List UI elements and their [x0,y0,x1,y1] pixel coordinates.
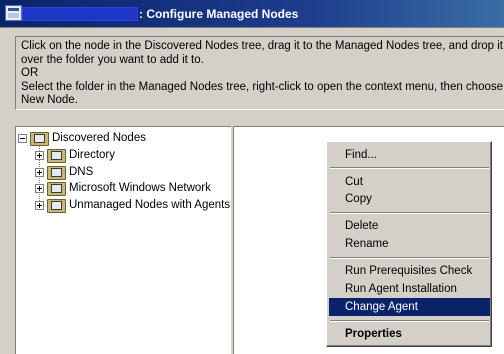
tree-item-microsoft-windows-network[interactable]: Microsoft Windows Network [35,180,211,196]
discovered-nodes-tree[interactable]: Discovered Nodes Directory DNS Microsoft… [15,126,231,354]
menu-item-rename[interactable]: Rename [329,235,490,253]
menu-separator [330,212,489,214]
menu-item-delete[interactable]: Delete [329,217,490,235]
node-folder-icon [47,198,66,213]
tree-item-label: DNS [69,166,94,178]
instructions-panel: Click on the node in the Discovered Node… [15,36,504,110]
menu-item-properties[interactable]: Properties [329,325,490,343]
tree-item-label: Unmanaged Nodes with Agents [69,199,231,211]
node-folder-icon [47,148,66,163]
menu-item-copy[interactable]: Copy [329,190,490,208]
expand-icon[interactable] [35,183,44,193]
menu-item-run-agent-installation[interactable]: Run Agent Installation [329,280,490,298]
node-folder-icon [30,131,49,146]
menu-item-find[interactable]: Find... [329,146,490,164]
tree-item-unmanaged-nodes-with-agents[interactable]: Unmanaged Nodes with Agents [35,197,230,213]
menu-separator [330,320,489,322]
collapse-icon[interactable] [18,133,27,143]
tree-item-label: Microsoft Windows Network [69,182,211,194]
tree-item-directory[interactable]: Directory [35,147,115,163]
context-menu: Find... Cut Copy Delete Rename Run Prere… [326,141,492,347]
instructions-line-1: Click on the node in the Discovered Node… [21,40,504,52]
menu-item-cut[interactable]: Cut [329,173,490,191]
menu-separator [330,167,489,169]
tree-item-label: Discovered Nodes [52,132,146,144]
window-icon [5,5,22,21]
instructions-line-2: over the folder you want to add it to. [21,53,204,66]
menu-separator [330,257,489,259]
tree-item-discovered-nodes[interactable]: Discovered Nodes [18,130,146,146]
tree-item-label: Directory [69,149,116,161]
instructions-line-4: Select the folder in the Managed Nodes t… [21,80,504,93]
menu-item-change-agent[interactable]: Change Agent [329,298,490,316]
tree-item-dns[interactable]: DNS [35,164,93,180]
expand-icon[interactable] [35,167,44,177]
node-folder-icon [47,181,66,196]
instructions-line-5: New Node. [21,94,78,106]
title-bar: : Configure Managed Nodes [0,0,504,28]
menu-item-run-prerequisites-check[interactable]: Run Prerequisites Check [329,262,490,280]
instructions-line-3: OR [21,67,39,79]
expand-icon[interactable] [35,150,44,160]
window-title: : Configure Managed Nodes [139,7,299,21]
redacted-text-block [22,7,138,21]
node-folder-icon [47,165,66,180]
expand-icon[interactable] [35,200,44,210]
